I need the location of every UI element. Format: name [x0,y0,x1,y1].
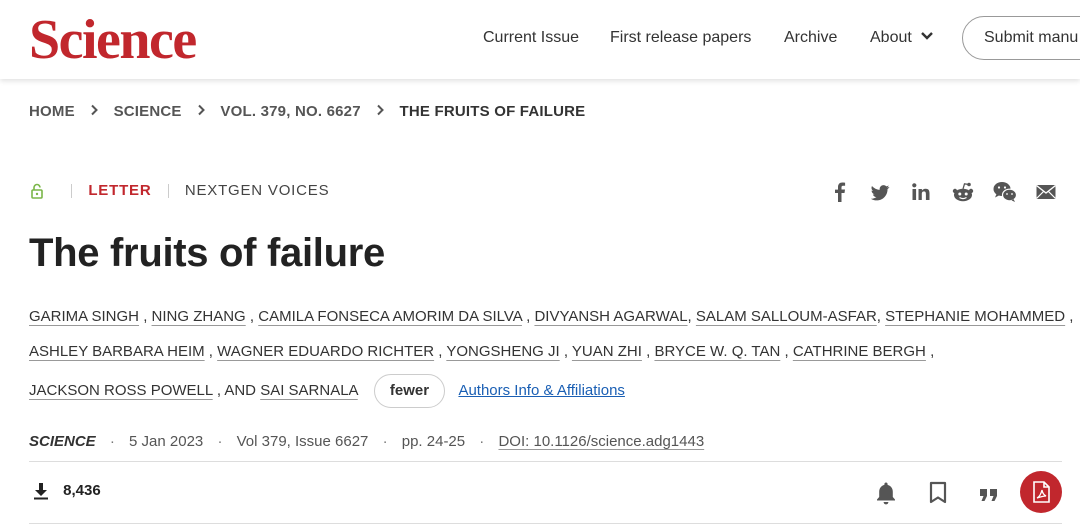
chevron-right-icon [90,102,99,122]
doi-link[interactable]: DOI: 10.1126/science.adg1443 [498,432,704,452]
and-separator: , AND [216,381,257,399]
article-type-label: LETTER [88,182,152,200]
nav-first-release-papers[interactable]: First release papers [610,28,751,48]
divider [29,523,1062,524]
breadcrumb: HOME SCIENCE VOL. 379, NO. 6627 THE FRUI… [29,102,585,122]
chevron-down-icon [921,32,934,40]
breadcrumb-current: THE FRUITS OF FAILURE [399,103,586,121]
download-icon [34,483,48,500]
volume-issue[interactable]: Vol 379, Issue 6627 [237,432,369,452]
publication-date: 5 Jan 2023 [129,433,204,451]
nav-about[interactable]: About [870,28,934,48]
breadcrumb-home[interactable]: HOME [29,102,75,122]
author-link[interactable]: CATHRINE BERGH [793,343,926,360]
meta-separator: · [109,433,115,451]
pdf-icon [1033,481,1050,503]
author-link[interactable]: JACKSON ROSS POWELL [29,382,213,399]
fewer-authors-button[interactable]: fewer [373,374,446,408]
journal-name[interactable]: SCIENCE [29,432,96,452]
site-header: Science Current Issue First release pape… [0,0,1080,79]
author-link[interactable]: CAMILA FONSECA AMORIM DA SILVA [258,308,522,325]
author-link[interactable]: NING ZHANG [152,308,246,325]
meta-separator: · [382,433,388,451]
authors-info-affiliations-link[interactable]: Authors Info & Affiliations [458,382,625,399]
linkedin-icon[interactable] [911,180,931,204]
bookmark-icon[interactable] [928,480,948,511]
email-icon[interactable] [1035,180,1057,204]
chevron-right-icon [197,102,205,122]
meta-separator: · [479,433,485,451]
facebook-icon[interactable] [830,180,850,204]
author-link[interactable]: WAGNER EDUARDO RICHTER [217,343,434,360]
author-link[interactable]: SALAM SALLOUM-ASFAR [696,308,877,325]
nav-current-issue[interactable]: Current Issue [483,28,579,48]
reddit-icon[interactable] [951,180,975,204]
breadcrumb-volume[interactable]: VOL. 379, NO. 6627 [220,102,360,122]
divider [167,184,169,199]
quote-icon[interactable] [978,480,1000,511]
author-link[interactable]: STEPHANIE MOHAMMED [885,308,1065,325]
author-link[interactable]: BRYCE W. Q. TAN [654,343,780,360]
open-lock-icon [31,183,43,199]
chevron-right-icon [376,102,385,122]
science-logo[interactable]: Science [29,10,197,70]
citation-meta: SCIENCE · 5 Jan 2023 · Vol 379, Issue 66… [29,432,704,452]
author-link[interactable]: YUAN ZHI [572,343,642,360]
pdf-download-button[interactable] [1020,471,1062,513]
author-link[interactable]: YONGSHENG JI [446,343,559,360]
article-section-label[interactable]: NEXTGEN VOICES [185,181,330,201]
nav-archive[interactable]: Archive [784,28,837,48]
author-list: GARIMA SINGH , NING ZHANG , CAMILA FONSE… [29,304,1073,409]
author-link[interactable]: SAI SARNALA [260,382,358,399]
download-count-value: 8,436 [63,482,101,500]
nav-about-label: About [870,29,912,46]
breadcrumb-science[interactable]: SCIENCE [114,102,182,122]
page-range: pp. 24-25 [401,433,466,451]
wechat-icon[interactable] [992,180,1018,204]
article-title: The fruits of failure [29,231,385,275]
author-link[interactable]: DIVYANSH AGARWAL [534,308,687,325]
divider [29,461,1062,462]
download-count: 8,436 [33,481,101,501]
author-link[interactable]: GARIMA SINGH [29,308,139,325]
submit-manuscript-button[interactable]: Submit manu [962,16,1080,60]
divider [71,184,73,199]
bell-icon[interactable] [874,480,898,511]
meta-separator: · [217,433,223,451]
article-type-row: LETTER NEXTGEN VOICES [29,181,329,201]
author-link[interactable]: ASHLEY BARBARA HEIM [29,343,205,360]
twitter-icon[interactable] [869,180,891,204]
